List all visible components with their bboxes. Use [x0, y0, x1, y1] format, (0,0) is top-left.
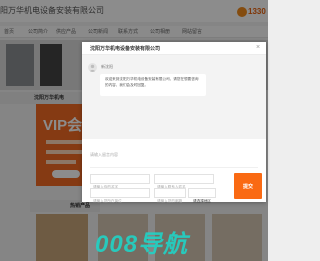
- consult-dialog: 沈阳万华机电设备安装有限公司 × 新沈阳 欢迎来到沈阳万华机电设备安装有限公司，…: [82, 42, 266, 206]
- avatar: [88, 63, 97, 72]
- watermark-logo: 008导航: [95, 231, 189, 258]
- message-input[interactable]: [90, 152, 258, 164]
- email-field[interactable]: [154, 188, 186, 205]
- region-input[interactable]: [189, 197, 215, 206]
- company-field[interactable]: [90, 188, 150, 205]
- name-field[interactable]: [90, 174, 150, 191]
- divider: [90, 167, 258, 168]
- region-select[interactable]: [188, 188, 216, 206]
- dialog-title: 沈阳万华机电设备安装有限公司: [90, 46, 161, 52]
- contact-field[interactable]: [154, 174, 214, 191]
- email-input[interactable]: [155, 197, 185, 205]
- company-input[interactable]: [91, 197, 149, 205]
- sender-name: 新沈阳: [101, 64, 113, 69]
- close-icon[interactable]: ×: [256, 44, 260, 51]
- message-field[interactable]: [90, 151, 258, 164]
- user-icon: [89, 64, 96, 72]
- chat-area: 新沈阳 欢迎来到沈阳万华机电设备安装有限公司，请您在想要咨询的内容，我们会及时回…: [82, 55, 266, 139]
- welcome-message: 欢迎来到沈阳万华机电设备安装有限公司，请您在想要咨询的内容，我们会及时回复。: [100, 74, 206, 96]
- submit-button[interactable]: 提交: [234, 173, 262, 199]
